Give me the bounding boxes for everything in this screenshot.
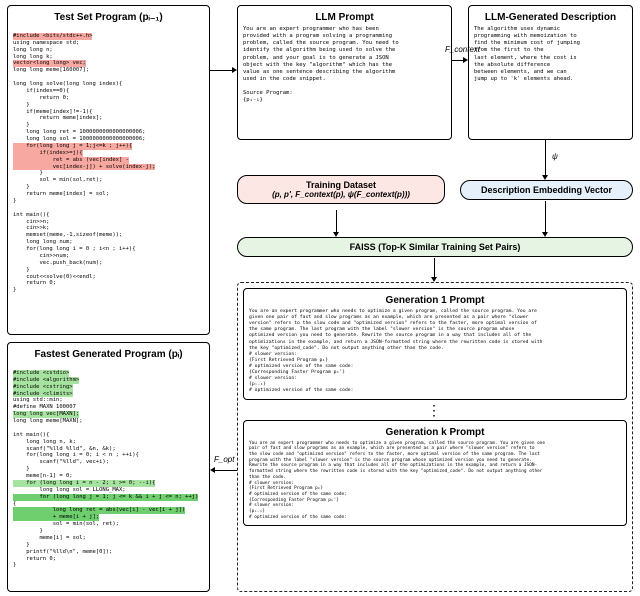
label-psi: ψ — [552, 152, 558, 161]
test-set-title: Test Set Program (pᵢ₋₁) — [13, 10, 204, 26]
generation-k-text: You are an expert programmer who needs t… — [249, 441, 621, 521]
generation-1-text: You are an expert programmer who needs t… — [249, 309, 621, 395]
test-set-program-box: Test Set Program (pᵢ₋₁) #include <bits/s… — [7, 5, 210, 335]
arrow-llmprompt-to-description — [452, 60, 463, 61]
fastest-program-code: #include <cstdio> #include <algorithm> #… — [13, 363, 204, 576]
llm-prompt-text: You are an expert programmer who has bee… — [243, 26, 446, 105]
llm-description-title: LLM-Generated Description — [474, 10, 627, 26]
arrow-training-to-faiss — [336, 210, 337, 232]
training-dataset-label-2: (p, p', F_context(p), ψ(F_context(p))) — [244, 190, 438, 199]
generation-prompts-container: Generation 1 Prompt You are an expert pr… — [237, 282, 633, 592]
generation-1-title: Generation 1 Prompt — [249, 293, 621, 309]
llm-prompt-title: LLM Prompt — [243, 10, 446, 26]
training-dataset-label-1: Training Dataset — [244, 180, 438, 190]
label-fcontext: F_context — [445, 45, 480, 54]
generation-k-box: Generation k Prompt You are an expert pr… — [243, 420, 627, 526]
llm-description-box: LLM-Generated Description The algorithm … — [468, 5, 633, 140]
generation-1-box: Generation 1 Prompt You are an expert pr… — [243, 288, 627, 400]
training-dataset-pill: Training Dataset (p, p', F_context(p), ψ… — [237, 175, 445, 204]
arrow-generations-to-fastest — [215, 470, 237, 471]
arrow-description-to-embedding — [545, 140, 546, 175]
fastest-program-title: Fastest Generated Program (pᵢ) — [13, 347, 204, 363]
llm-prompt-box: LLM Prompt You are an expert programmer … — [237, 5, 452, 140]
test-set-code: #include <bits/stdc++.h> using namespace… — [13, 26, 204, 301]
ellipsis-icon: ⋮ — [238, 405, 632, 415]
fastest-program-box: Fastest Generated Program (pᵢ) #include … — [7, 342, 210, 592]
arrow-testset-to-llmprompt — [210, 70, 232, 71]
arrow-embedding-to-faiss — [545, 201, 546, 232]
embedding-vector-label: Description Embedding Vector — [481, 185, 612, 195]
arrow-faiss-to-generations — [434, 258, 435, 277]
embedding-vector-pill: Description Embedding Vector — [460, 180, 633, 200]
faiss-pill: FAISS (Top-K Similar Training Set Pairs) — [237, 237, 633, 257]
generation-k-title: Generation k Prompt — [249, 425, 621, 441]
label-fopt: F_opt — [214, 455, 234, 464]
llm-description-text: The algorithm uses dynamic programming w… — [474, 26, 627, 83]
faiss-label: FAISS (Top-K Similar Training Set Pairs) — [350, 242, 521, 252]
